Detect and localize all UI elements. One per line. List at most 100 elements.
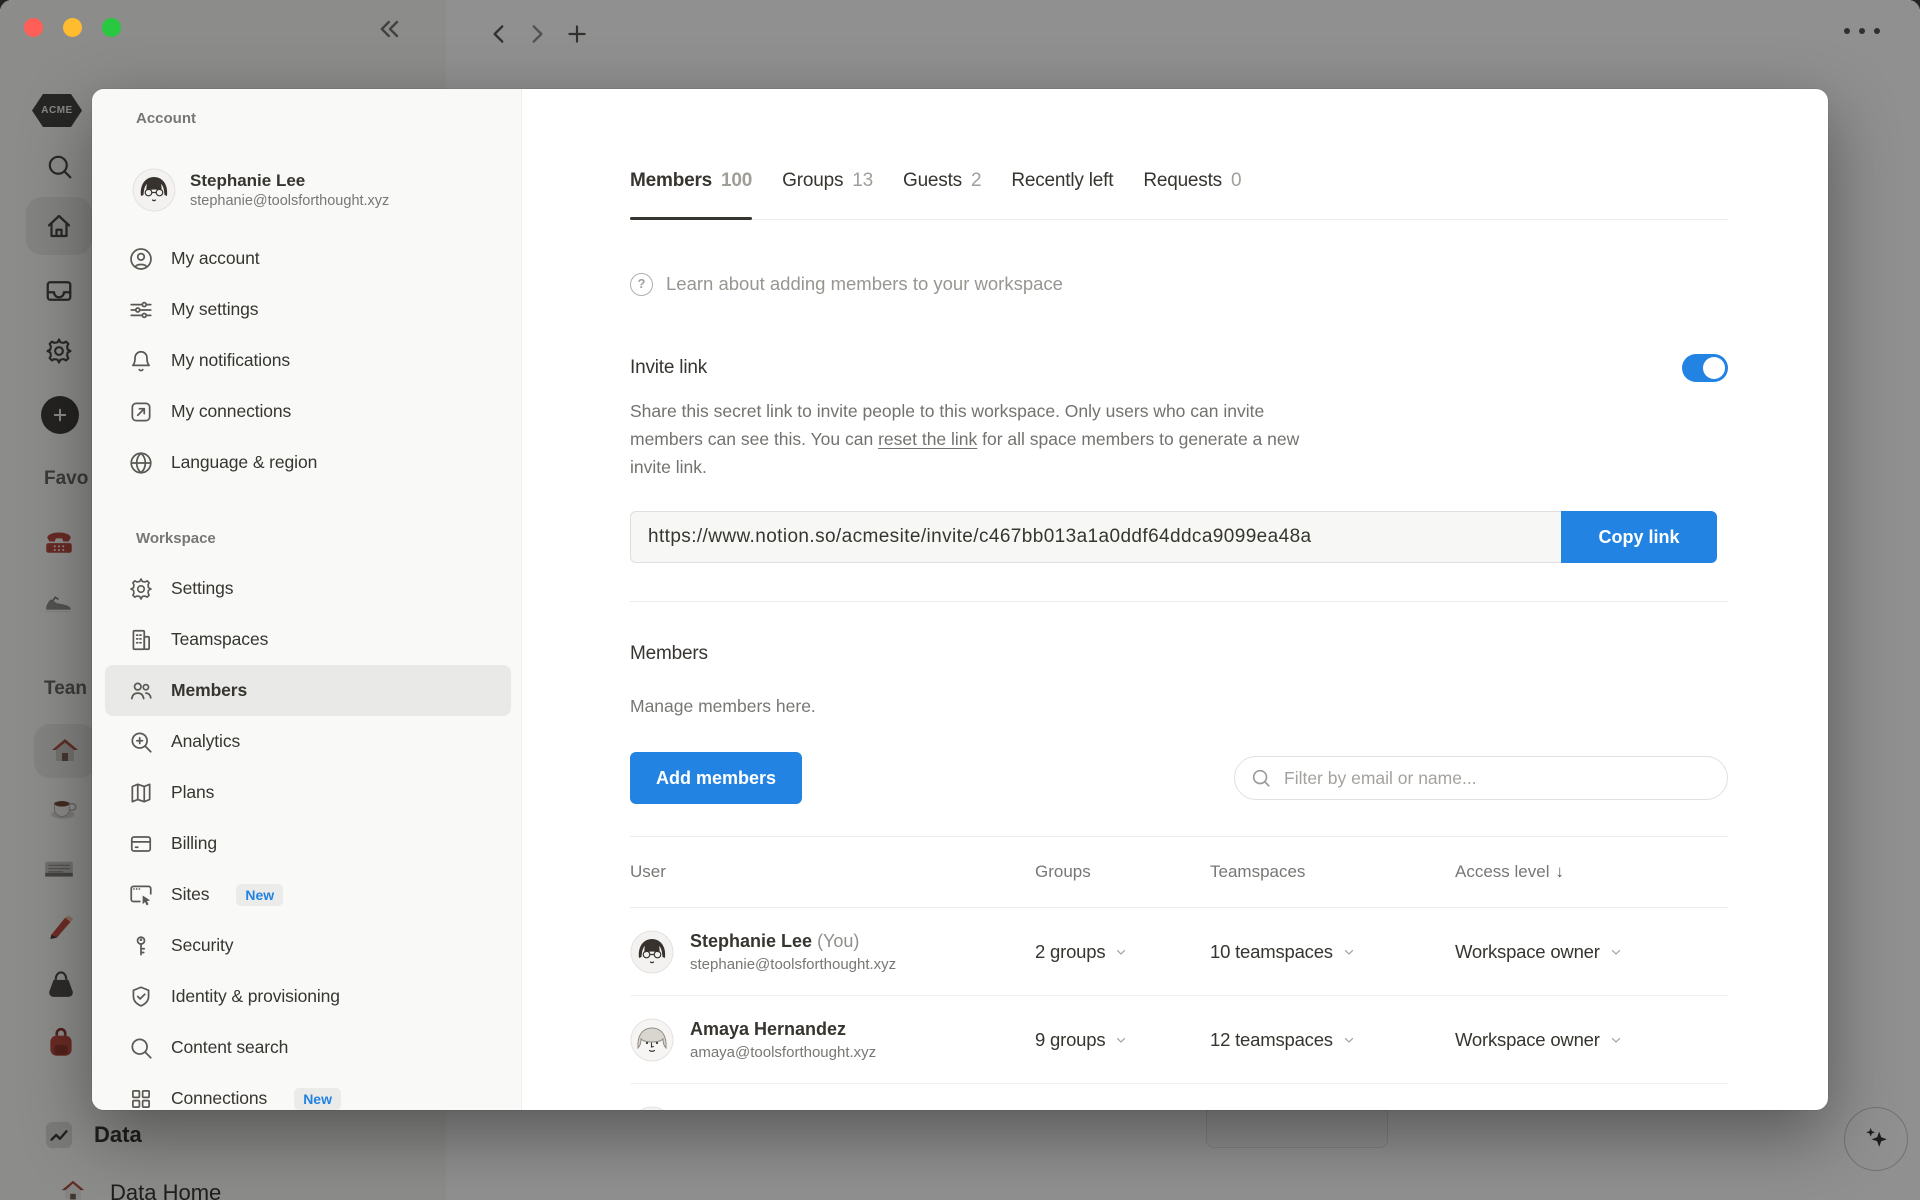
account-user-name: Stephanie Lee [190,170,306,190]
sliders-icon [128,297,154,323]
sidebar-item-teamspaces[interactable]: Teamspaces [92,614,521,665]
sidebar-item-label: Security [171,935,234,955]
header-user: User [630,862,666,881]
tab-members[interactable]: Members 100 [630,163,752,220]
members-tabs: Members 100 Groups 13 Guests 2 Recently … [630,163,1728,220]
chevron-down-icon [1117,949,1126,955]
window-controls [24,18,121,37]
sidebar-item-my-settings[interactable]: My settings [92,284,521,335]
screen: ACME Favo Tean Data Data Home Account St… [0,0,1920,1200]
arrow-up-right-box-icon [128,399,154,425]
teamspaces-value: 10 teamspaces [1210,940,1333,962]
sidebar-item-plans[interactable]: Plans [92,767,521,818]
tab-requests[interactable]: Requests 0 [1143,163,1241,199]
access-level-value: Workspace owner [1455,940,1600,962]
sidebar-item-label: Connections [171,1088,268,1108]
teamspaces-dropdown[interactable]: 12 teamspaces [1210,1029,1455,1051]
tab-count: 0 [1230,170,1242,191]
groups-dropdown[interactable]: 2 groups [1035,941,1210,963]
zoom-window-button[interactable] [102,18,121,37]
copy-link-button[interactable]: Copy link [1561,511,1717,563]
invite-link-toggle[interactable] [1682,354,1728,382]
sidebar-item-security[interactable]: Security [92,920,521,971]
app-window: ACME Favo Tean Data Data Home Account St… [0,0,1920,1200]
tab-label: Members [630,170,713,191]
tab-guests[interactable]: Guests 2 [903,163,982,199]
question-circle-icon: ? [630,272,653,296]
invite-link-title: Invite link [630,357,708,378]
avatar [132,168,176,212]
chevron-down-icon [1344,1037,1353,1043]
close-window-button[interactable] [24,18,43,37]
account-user-card: Stephanie Lee stephanie@toolsforthought.… [132,162,521,218]
magnifier-plus-icon [128,729,154,755]
member-filter-field [1234,756,1728,800]
tab-label: Requests [1143,170,1222,191]
sidebar-item-label: My notifications [171,350,291,370]
chevron-down-icon [1117,1037,1126,1043]
sidebar-item-settings[interactable]: Settings [92,563,521,614]
reset-link[interactable]: reset the link [878,429,977,449]
sidebar-item-label: Analytics [171,731,241,751]
magnifier-icon [128,1035,154,1061]
sidebar-item-my-connections[interactable]: My connections [92,386,521,437]
sidebar-item-label: Content search [171,1037,289,1057]
settings-sidebar: Account Stephanie Lee stephanie@toolsfor… [92,89,522,1110]
chevron-down-icon [1344,949,1353,955]
sidebar-item-label: Language & region [171,452,318,472]
account-user-email: stephanie@toolsforthought.xyz [190,192,390,209]
header-access-level[interactable]: Access level ↓ [1455,862,1728,882]
invite-link-description: Share this secret link to invite people … [630,397,1336,481]
sidebar-item-members[interactable]: Members [105,665,511,716]
members-table: User Groups Teamspaces Access level ↓ Ste… [630,836,1728,1110]
minimize-window-button[interactable] [63,18,82,37]
table-row: Amaya Hernandez amaya@toolsforthought.xy… [630,996,1728,1084]
sidebar-item-billing[interactable]: Billing [92,818,521,869]
search-icon [1252,769,1270,787]
sidebar-item-content-search[interactable]: Content search [92,1022,521,1073]
learn-link[interactable]: ? Learn about adding members to your wor… [630,266,1728,302]
sidebar-item-sites[interactable]: Sites New [92,869,521,920]
access-level-dropdown[interactable]: Workspace owner [1455,941,1728,963]
sidebar-item-my-notifications[interactable]: My notifications [92,335,521,386]
teamspaces-dropdown[interactable]: 10 teamspaces [1210,941,1455,963]
sidebar-item-language-region[interactable]: Language & region [92,437,521,488]
new-badge: New [236,883,284,906]
avatar [639,1106,665,1110]
chevron-down-icon [1611,949,1620,955]
grid-icon [128,1086,154,1111]
building-icon [128,627,154,653]
section-divider [630,601,1728,602]
settings-modal: Account Stephanie Lee stephanie@toolsfor… [92,89,1828,1110]
sidebar-item-identity-provisioning[interactable]: Identity & provisioning [92,971,521,1022]
members-section-subtitle: Manage members here. [630,696,816,716]
globe-icon [128,450,154,476]
avatar [630,1018,674,1061]
account-nav: My account My settings My notifications … [92,233,521,488]
groups-dropdown[interactable]: 9 groups [1035,1029,1210,1051]
tab-groups[interactable]: Groups 13 [782,163,873,199]
tab-count: 13 [852,170,873,191]
sidebar-item-analytics[interactable]: Analytics [92,716,521,767]
sidebar-item-connections[interactable]: Connections New [92,1073,521,1110]
tab-label: Recently left [1011,170,1114,191]
filter-input[interactable] [1282,766,1712,790]
sidebar-item-label: Sites [171,884,210,904]
table-row: Nicole Wu [630,1084,1728,1110]
header-access-label: Access level [1455,862,1550,881]
sidebar-item-label: Teamspaces [171,629,269,649]
tab-recently-left[interactable]: Recently left [1011,163,1113,199]
bell-icon [128,348,154,374]
add-members-button[interactable]: Add members [630,752,803,804]
map-icon [128,780,154,806]
sidebar-item-label: Identity & provisioning [171,986,340,1006]
access-level-dropdown[interactable]: Workspace owner [1455,1029,1728,1051]
sort-descending-icon: ↓ [1555,862,1564,881]
sidebar-item-label: My settings [171,299,259,319]
account-section-label: Account [136,109,196,127]
invite-url-field[interactable]: https://www.notion.so/acmesite/invite/c4… [630,511,1561,563]
sidebar-item-label: Members [171,680,248,700]
shield-check-icon [128,984,154,1010]
sidebar-item-my-account[interactable]: My account [92,233,521,284]
member-name: Amaya Hernandez [690,1018,847,1039]
